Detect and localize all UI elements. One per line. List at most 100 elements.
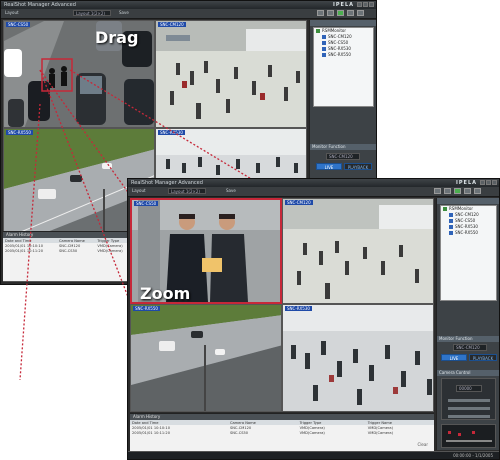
ptz-control: 00000	[441, 378, 496, 420]
play-button[interactable]	[337, 10, 344, 16]
camera-icon	[322, 41, 326, 45]
monitor-camera-select[interactable]: SNC-CM120	[453, 344, 487, 351]
tree-root-label: RSMMonitor	[449, 206, 473, 211]
window-title: RealShot Manager Advanced	[131, 180, 203, 186]
brand-logo: IPELA	[333, 2, 354, 8]
tree-item-label: SNC-RX530	[328, 46, 351, 51]
camera-control-header: Camera Control	[437, 370, 499, 376]
window-front: RealShot Manager Advanced IPELA Layout L…	[127, 178, 500, 460]
playback-button[interactable]: PLAYBACK	[344, 163, 372, 170]
tree-header	[437, 198, 499, 204]
alarm-table: Date and Time Camera Name Trigger Type 2…	[3, 238, 133, 253]
table-row[interactable]: 2005/01/01 10:11:20 SNC-CS50 VMD(Camera)	[3, 248, 133, 253]
title-bar: RealShot Manager Advanced IPELA	[128, 179, 499, 187]
camera-label: SNC-CM120	[158, 22, 186, 27]
folder-icon	[316, 29, 320, 33]
save-button[interactable]: Save	[226, 188, 236, 194]
camera-icon	[449, 213, 453, 217]
camera-view-concourse[interactable]: SNC-CM120	[282, 198, 434, 304]
snapshot-button[interactable]	[317, 10, 324, 16]
ptz-value-field[interactable]: 00000	[456, 385, 482, 392]
camera-label: SNC-CM120	[285, 200, 313, 205]
camera-label: SNC-CS50	[134, 201, 159, 206]
iris-slider[interactable]	[448, 415, 490, 418]
camera-tree: RSMMonitor SNC-CM120 SNC-CS50 SNC-RX530 …	[440, 205, 497, 301]
camera-view-highway[interactable]: SNC-RX550	[130, 304, 282, 412]
live-button[interactable]: LIVE	[316, 163, 342, 170]
save-button[interactable]: Save	[119, 10, 129, 16]
side-panel: RSMMonitor SNC-CM120 SNC-CS50 SNC-RX530 …	[436, 198, 499, 450]
maximize-button[interactable]	[363, 2, 368, 7]
settings-button[interactable]	[357, 10, 364, 16]
camera-label: SNC-RX530	[158, 130, 185, 135]
window-title: RealShot Manager Advanced	[4, 2, 76, 8]
monitor-function-header: Monitor Function	[437, 336, 499, 342]
tree-item-label: SNC-RX530	[455, 224, 478, 229]
maximize-button[interactable]	[486, 180, 491, 185]
camera-icon	[322, 53, 326, 57]
zoom-overlay-text: Zoom	[140, 284, 191, 303]
minimize-button[interactable]	[480, 180, 485, 185]
table-row[interactable]: 2005/01/01 10:11:20 SNC-CS50 VMD(Camera)…	[130, 430, 434, 435]
camera-icon	[322, 47, 326, 51]
stop-button[interactable]	[347, 10, 354, 16]
highway-image	[131, 305, 281, 411]
close-button[interactable]	[369, 2, 374, 7]
document	[202, 258, 222, 272]
tree-item-label: SNC-CS50	[328, 40, 349, 45]
concourse-image	[156, 21, 306, 127]
layout-select[interactable]: Layout 1(2×2)	[168, 188, 206, 194]
focus-slider[interactable]	[448, 407, 490, 410]
live-button[interactable]: LIVE	[441, 354, 467, 361]
folder-icon	[443, 207, 447, 211]
alarm-history-panel: Alarm History Date and Time Camera Name …	[3, 231, 133, 281]
tree-header	[310, 20, 376, 26]
camera-tree: RSMMonitor SNC-CM120 SNC-CS50 SNC-RX530 …	[313, 27, 374, 107]
tree-item[interactable]: SNC-RX550	[441, 230, 496, 236]
table-row[interactable]: 2005/01/01 10:10:10 SNC-CM120 VMD(Camera…	[3, 243, 133, 248]
camera-label: SNC-RX530	[285, 306, 312, 311]
alarm-table: Date and Time Camera Name Trigger Type T…	[130, 420, 434, 435]
settings-button[interactable]	[474, 188, 481, 194]
tree-item[interactable]: SNC-RX550	[314, 52, 373, 58]
camera-label: SNC-CS50	[6, 22, 31, 27]
record-button[interactable]	[327, 10, 334, 16]
close-button[interactable]	[492, 180, 497, 185]
tree-item-label: SNC-RX550	[455, 230, 478, 235]
playback-control	[441, 424, 496, 448]
camera-icon	[449, 219, 453, 223]
camera-icon	[449, 225, 453, 229]
title-bar: RealShot Manager Advanced IPELA	[1, 1, 376, 9]
snapshot-button[interactable]	[434, 188, 441, 194]
status-bar: 00:00:00 - 1/1/2005	[128, 451, 499, 459]
camera-grid: SNC-CS50 SNC-CM120	[130, 198, 434, 412]
toolbar: Layout Layout 1(2×2) Save	[1, 9, 376, 19]
record-button[interactable]	[444, 188, 451, 194]
toolbar: Layout Layout 1(2×2) Save	[128, 187, 499, 197]
stop-button[interactable]	[464, 188, 471, 194]
layout-label: Layout	[5, 10, 19, 15]
clear-button[interactable]: Clear	[418, 442, 428, 448]
camera-icon	[449, 231, 453, 235]
zoom-slider[interactable]	[448, 399, 490, 402]
drag-overlay-text: Drag	[95, 28, 139, 47]
monitor-function-header: Monitor Function	[310, 144, 376, 150]
play-button[interactable]	[454, 188, 461, 194]
concourse-image	[283, 199, 433, 303]
layout-label: Layout	[132, 188, 146, 193]
brand-logo: IPELA	[456, 180, 477, 186]
camera-view-crowd[interactable]: SNC-RX530	[282, 304, 434, 412]
camera-icon	[322, 35, 326, 39]
tree-item-label: SNC-CM120	[455, 212, 479, 217]
crowd-image	[283, 305, 433, 411]
tree-root-label: RSMMonitor	[322, 28, 346, 33]
camera-label: SNC-RX550	[133, 306, 160, 311]
monitor-camera-select[interactable]: SNC-CM120	[326, 153, 360, 160]
playback-button[interactable]: PLAYBACK	[469, 354, 497, 361]
camera-view-concourse[interactable]: SNC-CM120	[155, 20, 307, 128]
tree-item-label: SNC-CS50	[455, 218, 476, 223]
minimize-button[interactable]	[357, 2, 362, 7]
tree-item-label: SNC-CM120	[328, 34, 352, 39]
layout-select[interactable]: Layout 1(2×2)	[73, 10, 111, 16]
camera-label: SNC-RX550	[6, 130, 33, 135]
